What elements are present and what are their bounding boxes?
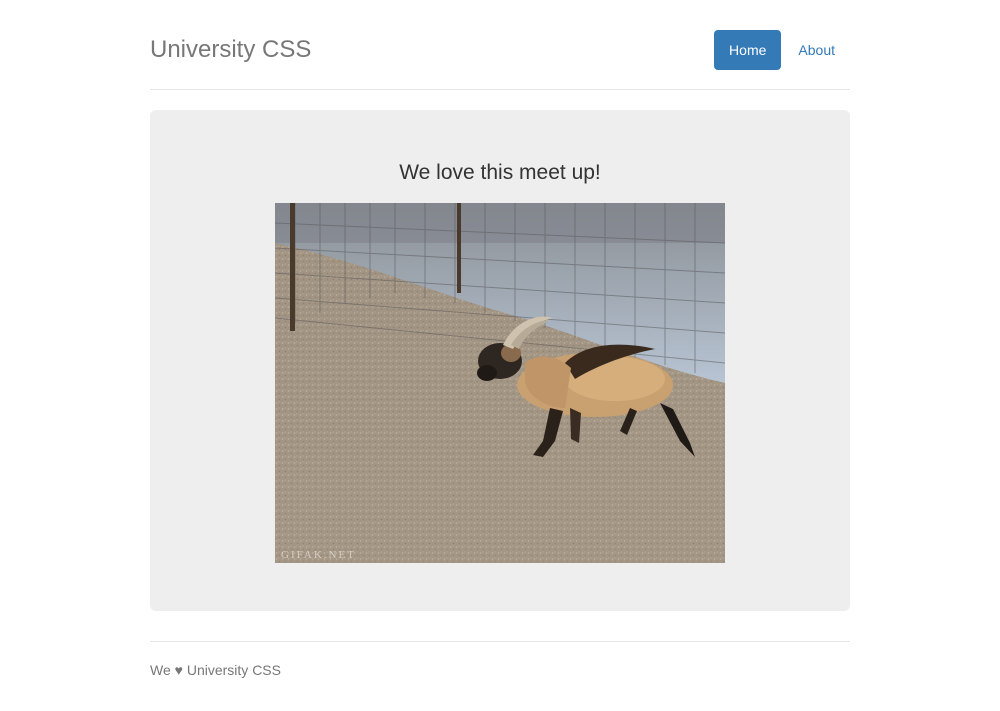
main-nav: Home About <box>714 30 850 70</box>
footer-text-prefix: We <box>150 662 171 678</box>
footer-text-suffix: University CSS <box>186 662 281 678</box>
site-header: University CSS Home About <box>150 0 850 90</box>
jumbotron: We love this meet up! GIFAK.NET <box>150 110 850 611</box>
gif-watermark: GIFAK.NET <box>281 549 356 561</box>
heart-icon: ♥ <box>174 662 183 678</box>
brand-title: University CSS <box>150 36 312 63</box>
site-footer: We ♥ University CSS <box>150 641 850 678</box>
nav-about-link[interactable]: About <box>783 30 850 70</box>
goat-gif-image: GIFAK.NET <box>275 203 725 563</box>
page-container: University CSS Home About We love this m… <box>150 0 850 678</box>
jumbotron-title: We love this meet up! <box>399 161 601 184</box>
nav-home-link[interactable]: Home <box>714 30 782 70</box>
